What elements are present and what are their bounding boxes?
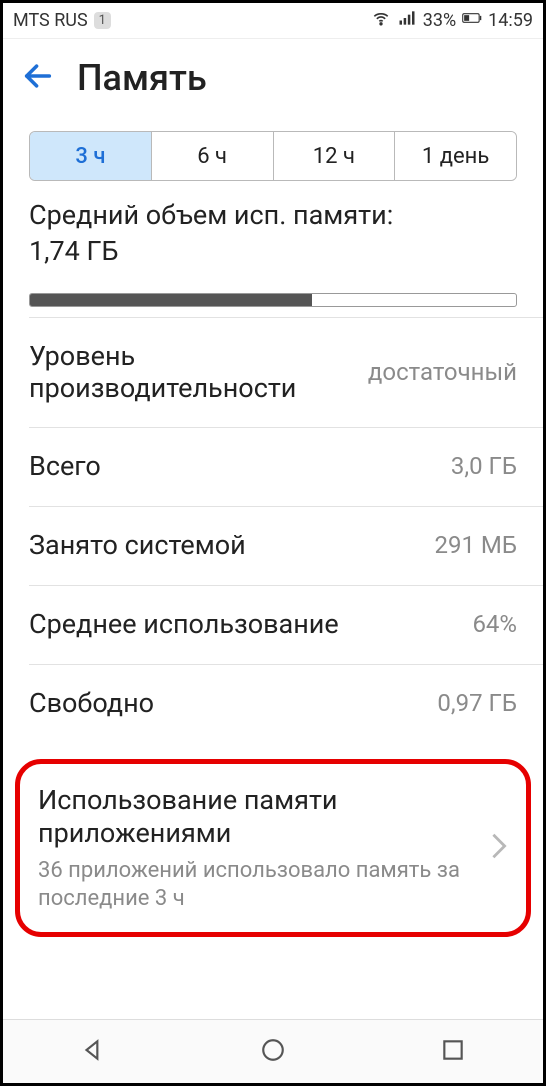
performance-value: достаточный (368, 358, 517, 387)
row-avg-use: Среднее использование 64% (3, 586, 543, 664)
nav-back-icon[interactable] (80, 1037, 106, 1067)
memory-usage-fill (30, 294, 312, 306)
apps-memory-usage-row[interactable]: Использование памяти приложениями 36 при… (15, 759, 531, 938)
chevron-right-icon (490, 832, 508, 864)
segment-6h[interactable]: 6 ч (152, 132, 274, 180)
free-value: 0,97 ГБ (437, 689, 517, 718)
wifi-icon (371, 8, 391, 33)
battery-icon (462, 8, 482, 33)
apps-usage-title: Использование памяти приложениями (38, 784, 490, 852)
back-arrow-icon[interactable] (21, 59, 55, 97)
time-range-segmented: 3 ч 6 ч 12 ч 1 день (29, 131, 517, 181)
header: Память (3, 39, 543, 117)
free-label: Свободно (29, 687, 437, 719)
nav-home-icon[interactable] (260, 1037, 286, 1067)
segment-12h[interactable]: 12 ч (274, 132, 396, 180)
navigation-bar (3, 1019, 543, 1083)
clock: 14:59 (488, 10, 533, 31)
total-label: Всего (29, 450, 451, 482)
carrier-label: MTS RUS (13, 10, 88, 31)
sim-badge: 1 (94, 12, 111, 29)
system-value: 291 МБ (435, 531, 518, 560)
page-title: Память (77, 57, 207, 99)
performance-label: Уровень производительности (29, 340, 368, 405)
avguse-label: Среднее использование (29, 608, 472, 640)
nav-recent-icon[interactable] (440, 1037, 466, 1067)
row-total: Всего 3,0 ГБ (3, 428, 543, 506)
avg-memory-label: Средний объем исп. памяти: (29, 199, 517, 233)
battery-percent: 33% (423, 10, 456, 31)
row-free: Свободно 0,97 ГБ (3, 665, 543, 743)
signal-icon (397, 8, 417, 33)
total-value: 3,0 ГБ (451, 452, 517, 481)
segment-1day[interactable]: 1 день (395, 132, 516, 180)
system-label: Занято системой (29, 529, 435, 561)
memory-usage-bar (29, 293, 517, 307)
avguse-value: 64% (472, 610, 517, 639)
row-performance: Уровень производительности достаточный (3, 318, 543, 427)
segment-3h[interactable]: 3 ч (30, 132, 152, 180)
status-bar: MTS RUS 1 33% 14:59 (3, 3, 543, 39)
apps-usage-subtitle: 36 приложений использовало память за пос… (38, 857, 490, 912)
avg-memory-value: 1,74 ГБ (29, 235, 517, 267)
row-system: Занято системой 291 МБ (3, 507, 543, 585)
